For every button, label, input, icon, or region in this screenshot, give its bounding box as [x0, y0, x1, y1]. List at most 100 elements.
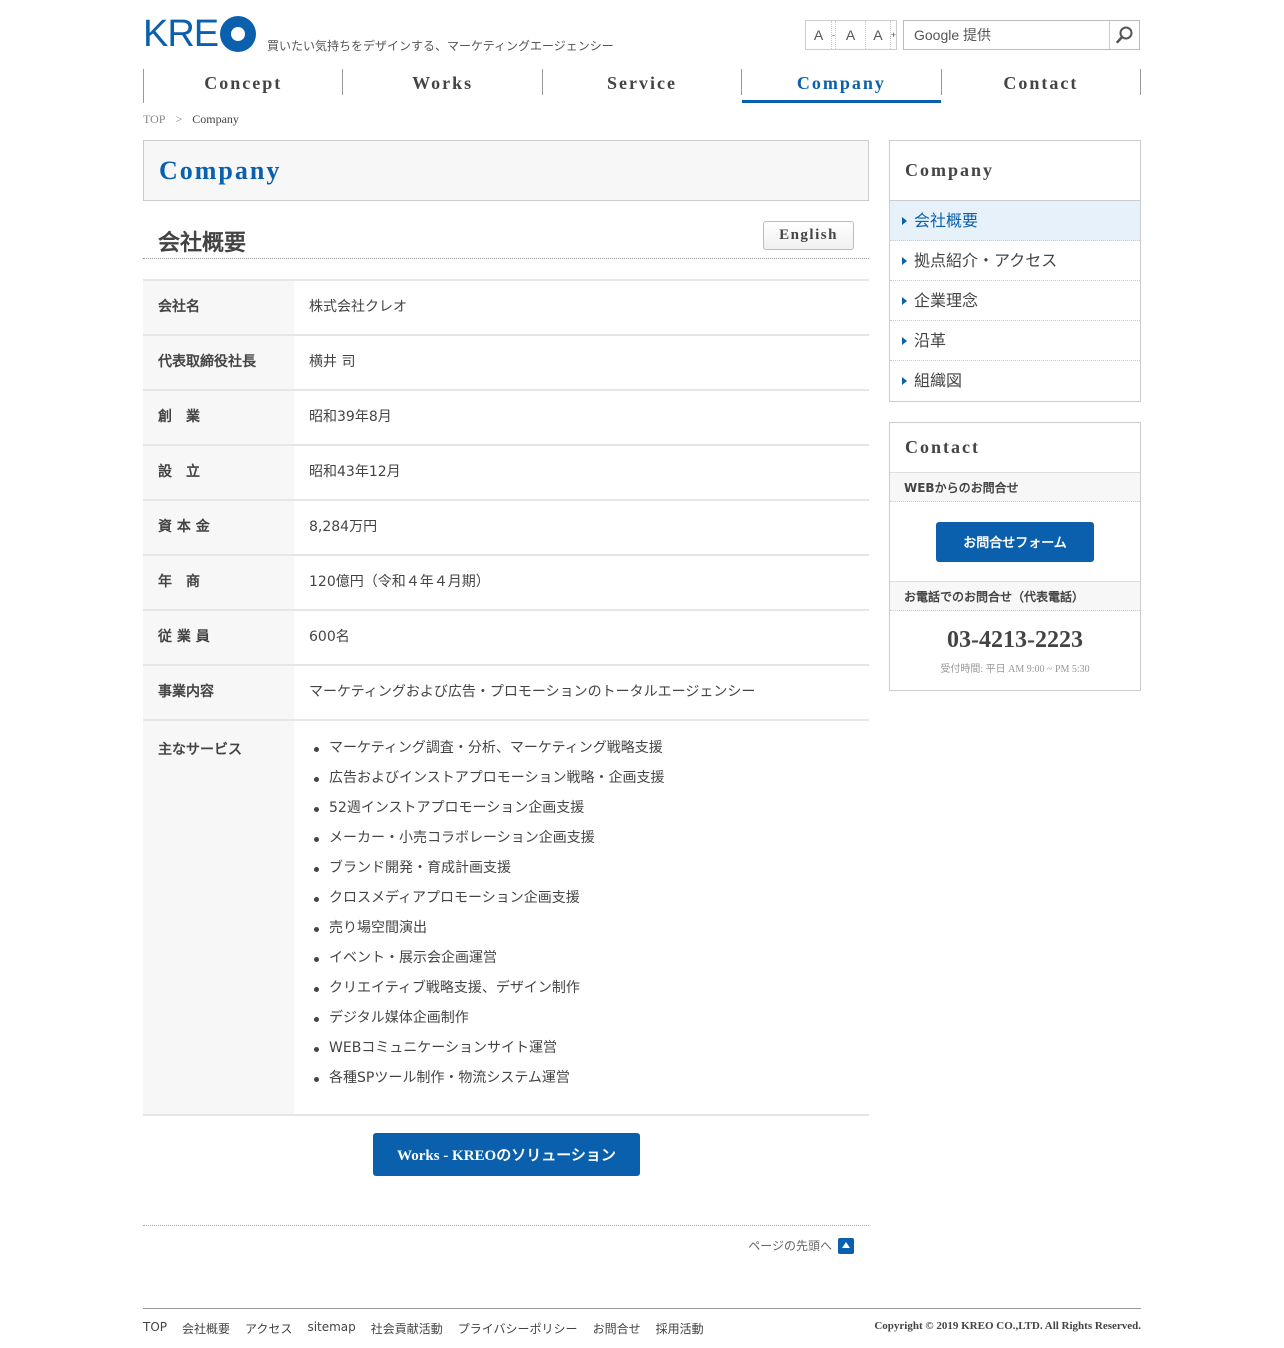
nav-works[interactable]: Works: [343, 69, 543, 95]
table-row: 代表取締役社長 横井 司: [143, 335, 869, 390]
section-title: 会社概要: [158, 231, 247, 256]
footer-link-csr[interactable]: 社会貢献活動: [371, 1320, 443, 1337]
tel-area: 03-4213-2223 受付時間: 平日 AM 9:00 ~ PM 5:30: [890, 611, 1140, 690]
page-top-link[interactable]: ページの先頭へ: [748, 1237, 854, 1254]
row-label: 代表取締役社長: [143, 335, 294, 390]
tagline: 買いたい気持ちをデザインする、マーケティングエージェンシー: [267, 39, 614, 53]
footer-link-privacy[interactable]: プライバシーポリシー: [458, 1320, 578, 1337]
section-header: 会社概要 English: [143, 201, 869, 259]
page-top-label: ページの先頭へ: [748, 1239, 832, 1253]
row-value: 120億円（令和４年４月期）: [309, 574, 490, 590]
table-row: 創 業昭和39年8月: [143, 390, 869, 445]
copyright: Copyright © 2019 KREO CO.,LTD. All Right…: [874, 1320, 1141, 1332]
footer-link-top[interactable]: TOP: [143, 1320, 167, 1337]
row-label: 資 本 金: [143, 500, 294, 555]
row-value: 600名: [309, 629, 350, 645]
contact-form-button[interactable]: お問合せフォーム: [936, 521, 1094, 562]
arrow-up-icon: [838, 1237, 854, 1254]
row-value: 昭和43年12月: [309, 464, 401, 480]
sidebar-item-access[interactable]: 拠点紹介・アクセス: [890, 241, 1140, 281]
list-item: デジタル媒体企画制作: [314, 1006, 869, 1036]
row-value: 昭和39年8月: [309, 409, 392, 425]
table-row: 年 商 120億円（令和４年４月期）: [143, 555, 869, 610]
nav-company[interactable]: Company: [742, 69, 942, 103]
list-item: イベント・展示会企画運営: [314, 946, 869, 976]
breadcrumb-top[interactable]: TOP: [143, 112, 165, 126]
services-cell: マーケティング調査・分析、マーケティング戦略支援 広告およびインストアプロモーショ…: [294, 720, 869, 1115]
nav-service[interactable]: Service: [543, 69, 743, 95]
pagetop-divider: [143, 1225, 869, 1226]
row-label: 主なサービス: [143, 720, 294, 1115]
services-list: マーケティング調査・分析、マーケティング戦略支援 広告およびインストアプロモーショ…: [309, 736, 869, 1096]
row-value: 株式会社クレオ: [309, 299, 407, 315]
sidebar-item-philosophy[interactable]: 企業理念: [890, 281, 1140, 321]
sidebar-item-history[interactable]: 沿革: [890, 321, 1140, 361]
font-size-controls: A- A A +: [805, 20, 897, 50]
font-medium-button[interactable]: A: [836, 21, 866, 49]
sidebar-item-organization[interactable]: 組織図: [890, 361, 1140, 401]
list-item: 売り場空間演出: [314, 916, 869, 946]
list-item: クリエイティブ戦略支援、デザイン制作: [314, 976, 869, 1006]
list-item: 52週インストアプロモーション企画支援: [314, 796, 869, 826]
sidebar-contact: Contact WEBからのお問合せ お問合せフォーム お電話でのお問合せ（代表…: [889, 422, 1141, 691]
search-input[interactable]: [904, 21, 1109, 49]
search-icon: [1115, 26, 1132, 44]
breadcrumb-separator: >: [175, 112, 183, 126]
nav-contact[interactable]: Contact: [942, 69, 1142, 95]
row-value: マーケティングおよび広告・プロモーションのトータルエージェンシー: [309, 684, 756, 700]
web-contact-label: WEBからのお問合せ: [890, 472, 1140, 502]
logo-text: KRE: [143, 13, 219, 55]
row-label: 会社名: [143, 280, 294, 335]
list-item: クロスメディアプロモーション企画支援: [314, 886, 869, 916]
sidebar: Company 会社概要 拠点紹介・アクセス 企業理念 沿革 組織図 Conta…: [889, 140, 1141, 691]
english-button[interactable]: English: [763, 221, 854, 250]
list-item: メーカー・小売コラボレーション企画支援: [314, 826, 869, 856]
list-item: 広告およびインストアプロモーション戦略・企画支援: [314, 766, 869, 796]
page-title: Company: [159, 155, 282, 185]
footer-divider: [143, 1308, 1141, 1309]
main-content: Company 会社概要 English 会社名 株式会社クレオ 代表取締役社長 横井…: [143, 140, 869, 1116]
row-label: 従 業 員: [143, 610, 294, 665]
list-item: WEBコミュニケーションサイト運営: [314, 1036, 869, 1066]
row-label: 設 立: [143, 445, 294, 500]
footer-link-contact[interactable]: お問合せ: [593, 1320, 641, 1337]
breadcrumb: TOP > Company: [143, 112, 239, 127]
logo-o-mark: [220, 16, 257, 52]
row-label: 事業内容: [143, 665, 294, 720]
row-value: 8,284万円: [309, 519, 378, 535]
row-label: 年 商: [143, 555, 294, 610]
table-row: 従 業 員 600名: [143, 610, 869, 665]
search-box: [903, 20, 1140, 50]
sidebar-title: Company: [890, 141, 1140, 201]
company-info-table: 会社名 株式会社クレオ 代表取締役社長 横井 司創 業昭和39年8月設 立昭和43年1…: [143, 279, 869, 1116]
list-item: ブランド開発・育成計画支援: [314, 856, 869, 886]
font-large-button[interactable]: A +: [866, 21, 896, 49]
table-row: 事業内容 マーケティングおよび広告・プロモーションのトータルエージェンシー: [143, 665, 869, 720]
works-solution-button[interactable]: Works - KREOのソリューション: [373, 1133, 640, 1176]
footer-link-access[interactable]: アクセス: [245, 1320, 292, 1337]
reception-hours: 受付時間: 平日 AM 9:00 ~ PM 5:30: [940, 664, 1090, 675]
breadcrumb-current: Company: [192, 112, 239, 126]
table-row-services: 主なサービス マーケティング調査・分析、マーケティング戦略支援 広告およびインストア…: [143, 720, 869, 1115]
sidebar-company-menu: Company 会社概要 拠点紹介・アクセス 企業理念 沿革 組織図: [889, 140, 1141, 402]
footer-link-recruit[interactable]: 採用活動: [656, 1320, 704, 1337]
table-row: 資 本 金 8,284万円: [143, 500, 869, 555]
footer-links: TOP 会社概要 アクセス sitemap 社会貢献活動 プライバシーポリシー …: [143, 1320, 719, 1337]
search-button[interactable]: [1109, 21, 1139, 49]
footer-link-sitemap[interactable]: sitemap: [307, 1320, 355, 1337]
row-label: 創 業: [143, 390, 294, 445]
contact-form-area: お問合せフォーム: [890, 502, 1140, 581]
font-small-button[interactable]: A-: [806, 21, 836, 49]
nav-concept[interactable]: Concept: [144, 69, 344, 95]
sidebar-item-overview[interactable]: 会社概要: [890, 201, 1140, 241]
table-row: 設 立昭和43年12月: [143, 445, 869, 500]
list-item: 各種SPツール制作・物流システム運営: [314, 1066, 869, 1096]
kreo-logo[interactable]: KRE: [143, 13, 257, 55]
footer-link-company[interactable]: 会社概要: [182, 1320, 230, 1337]
contact-title: Contact: [905, 437, 980, 457]
global-nav: Concept Works Service Company Contact: [143, 69, 1142, 103]
page-header: Company: [143, 140, 869, 201]
table-row: 会社名 株式会社クレオ: [143, 280, 869, 335]
list-item: マーケティング調査・分析、マーケティング戦略支援: [314, 736, 869, 766]
tel-contact-label: お電話でのお問合せ（代表電話）: [890, 581, 1140, 611]
